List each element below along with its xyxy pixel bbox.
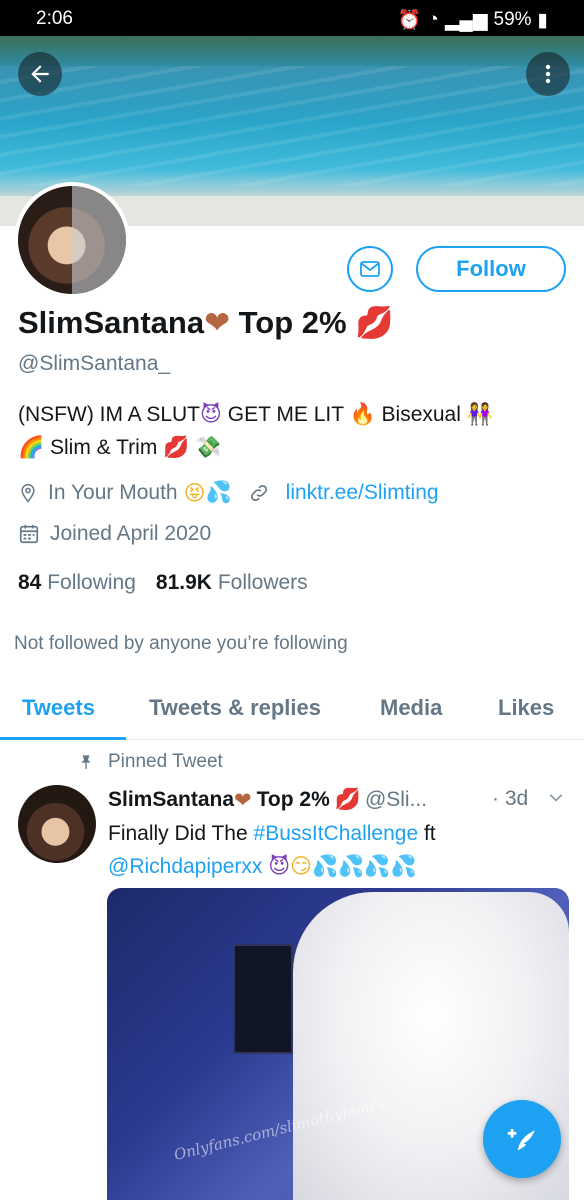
pin-icon bbox=[81, 755, 91, 770]
tweet-text-mid: ft bbox=[418, 822, 436, 845]
tab-likes[interactable]: Likes bbox=[498, 676, 554, 740]
display-name: SlimSantana❤ Top 2% 💋 bbox=[18, 304, 394, 341]
battery-icon: ▮ bbox=[537, 9, 548, 31]
fire-emoji: 🔥 bbox=[349, 402, 376, 426]
back-button[interactable] bbox=[18, 52, 62, 96]
tab-media[interactable]: Media bbox=[380, 676, 442, 740]
heart-emoji: ❤ bbox=[204, 305, 231, 341]
pinned-label: Pinned Tweet bbox=[108, 751, 223, 772]
banner-pool bbox=[0, 66, 584, 186]
link-icon bbox=[250, 484, 267, 501]
location-row: In Your Mouth 😝 💦 linktr.ee/Slimting bbox=[18, 480, 439, 505]
signal-icon: ▂▄▆ bbox=[444, 9, 488, 31]
tweet-author-suffix: Top 2% bbox=[256, 787, 330, 811]
not-followed-note: Not followed by anyone you’re following bbox=[14, 633, 348, 654]
message-button[interactable] bbox=[347, 246, 393, 292]
joined-row: Joined April 2020 bbox=[18, 522, 211, 546]
media-wall-frame bbox=[233, 944, 293, 1054]
tab-tweets[interactable]: Tweets bbox=[22, 676, 95, 740]
bio-text-2: GET ME LIT bbox=[227, 403, 344, 426]
bio-text-4: Slim & Trim bbox=[50, 436, 158, 459]
tweet-droplets-emoji: 💦💦💦💦 bbox=[312, 854, 417, 878]
location-pin-icon bbox=[21, 483, 35, 502]
profile-handle: @SlimSantana_ bbox=[18, 352, 171, 375]
tab-tweets-replies[interactable]: Tweets & replies bbox=[149, 676, 321, 740]
tweet-author-handle: @Sli... bbox=[364, 787, 428, 811]
profile-bio: (NSFW) IM A SLUT😈 GET ME LIT 🔥 Bisexual … bbox=[18, 398, 568, 464]
compose-tweet-button[interactable] bbox=[483, 1100, 561, 1178]
tweet-mention[interactable]: @Richdapiperxx bbox=[108, 855, 262, 878]
status-right: ⏰ ◔ ▂▄▆ 59% ▮ bbox=[398, 8, 548, 32]
active-tab-indicator bbox=[0, 737, 126, 740]
tweet-hashtag[interactable]: #BussItChallenge bbox=[254, 822, 419, 845]
battery-level: 59% bbox=[493, 9, 532, 30]
kiss-emoji-2: 💋 bbox=[163, 435, 190, 459]
followers-link[interactable]: 81.9K Followers bbox=[156, 571, 308, 594]
more-vertical-icon bbox=[545, 64, 551, 84]
money-emoji: 💸 bbox=[195, 435, 222, 459]
mail-icon bbox=[360, 261, 380, 277]
tweet-header: SlimSantana ❤ Top 2% 💋 @Sli... bbox=[108, 787, 548, 812]
followers-label: Followers bbox=[217, 571, 308, 594]
kiss-emoji: 💋 bbox=[355, 305, 394, 341]
calendar-icon bbox=[19, 524, 39, 544]
follow-counts: 84 Following 81.9K Followers bbox=[18, 571, 308, 595]
women-emoji: 👭 bbox=[466, 402, 493, 426]
joined-text: Joined April 2020 bbox=[50, 522, 212, 545]
rainbow-emoji: 🌈 bbox=[18, 435, 45, 459]
devil-emoji: 😈 bbox=[200, 402, 222, 426]
tweet-text: Finally Did The #BussItChallenge ft @Ric… bbox=[108, 818, 568, 883]
followers-count: 81.9K bbox=[155, 571, 212, 594]
chevron-down-icon[interactable] bbox=[546, 788, 566, 808]
droplets-emoji: 💦 bbox=[205, 480, 232, 504]
more-options-button[interactable] bbox=[526, 52, 570, 96]
bio-text-3: Bisexual bbox=[381, 403, 461, 426]
tweet-author-avatar[interactable] bbox=[18, 785, 96, 863]
tweet-heart-emoji: ❤ bbox=[234, 787, 252, 812]
wifi-icon: ◔ bbox=[427, 9, 439, 30]
display-name-text: SlimSantana bbox=[18, 305, 205, 340]
alarm-icon: ⏰ bbox=[397, 10, 422, 31]
location-text: In Your Mouth bbox=[48, 480, 178, 504]
tweet-smirk-emoji: 😏 bbox=[290, 854, 313, 878]
tweet-author-name[interactable]: SlimSantana bbox=[108, 788, 234, 812]
tweet-date: · 3d bbox=[492, 787, 529, 810]
follow-button[interactable]: Follow bbox=[416, 246, 566, 292]
profile-avatar[interactable] bbox=[14, 182, 130, 298]
profile-tabs: Tweets Tweets & replies Media Likes bbox=[0, 676, 584, 740]
tweet-devil-emoji: 😈 bbox=[268, 854, 291, 878]
following-count: 84 bbox=[18, 571, 42, 594]
status-bar: 2:06 ⏰ ◔ ▂▄▆ 59% ▮ bbox=[0, 0, 584, 36]
tongue-emoji: 😝 bbox=[183, 480, 206, 505]
website-link[interactable]: linktr.ee/Slimting bbox=[286, 481, 439, 505]
back-arrow-icon bbox=[31, 65, 49, 83]
compose-tweet-icon bbox=[507, 1129, 535, 1151]
tweet-kiss-emoji: 💋 bbox=[334, 787, 361, 811]
pinned-label-row: Pinned Tweet bbox=[78, 751, 223, 773]
following-link[interactable]: 84 Following bbox=[18, 571, 136, 594]
display-name-suffix: Top 2% bbox=[238, 305, 347, 340]
following-label: Following bbox=[47, 571, 136, 594]
status-time: 2:06 bbox=[36, 8, 73, 29]
tweet-text-prefix: Finally Did The bbox=[108, 822, 254, 845]
bio-text-1: (NSFW) IM A SLUT bbox=[18, 403, 201, 426]
